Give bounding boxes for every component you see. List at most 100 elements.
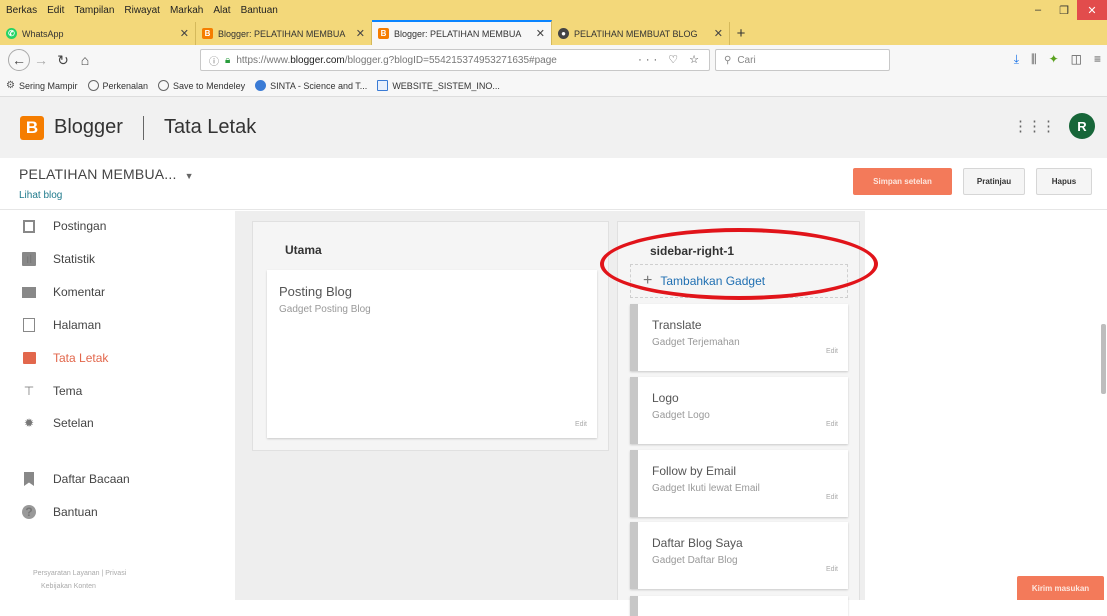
window-close-icon[interactable]: ✕: [1077, 0, 1107, 20]
gadget-daftar-blog-saya[interactable]: Daftar Blog Saya Gadget Daftar Blog Edit: [630, 522, 848, 589]
section-main: Utama Posting Blog Gadget Posting Blog E…: [252, 221, 609, 451]
sidebar-item-postingan[interactable]: Postingan: [22, 215, 106, 237]
bookmark-sering-mampir[interactable]: ⚙ Sering Mampir: [6, 80, 78, 91]
paint-roller-icon: ⊤: [23, 384, 35, 398]
bookmark-icon: [22, 472, 36, 486]
drag-handle[interactable]: [630, 596, 638, 616]
bookmark-perkenalan[interactable]: Perkenalan: [87, 80, 148, 91]
gadget-title: Daftar Blog Saya: [652, 536, 743, 550]
bookmark-label: Sering Mampir: [18, 80, 78, 91]
delete-button[interactable]: Hapus: [1036, 168, 1092, 195]
sidebar-item-tema[interactable]: ⊤ Tema: [22, 380, 83, 402]
sidebar-nav: Postingan ıl Statistik Komentar Halaman …: [0, 211, 220, 600]
gadget-edit-link[interactable]: Edit: [826, 566, 838, 573]
reload-icon[interactable]: ↻: [52, 49, 74, 71]
home-icon[interactable]: ⌂: [74, 49, 96, 71]
gadget-edit-link[interactable]: Edit: [826, 348, 838, 355]
globe-icon: [158, 80, 170, 91]
back-icon[interactable]: ←: [8, 49, 30, 71]
bookmark-label: WEBSITE_SISTEM_INO...: [392, 80, 500, 91]
gadget-logo[interactable]: Logo Gadget Logo Edit: [630, 377, 848, 444]
new-tab-icon[interactable]: +: [730, 22, 752, 45]
close-icon[interactable]: ✕: [536, 27, 545, 40]
avatar[interactable]: R: [1069, 113, 1095, 139]
sidebar-item-tata-letak[interactable]: Tata Letak: [22, 347, 108, 369]
section-title: sidebar-right-1: [650, 244, 735, 258]
save-settings-button[interactable]: Simpan setelan: [853, 168, 952, 195]
menu-riwayat[interactable]: Riwayat: [119, 5, 165, 16]
search-input[interactable]: ⚲ Cari: [715, 49, 890, 71]
gadget-title: Logo: [652, 391, 679, 405]
bookmark-mendeley[interactable]: Save to Mendeley: [158, 80, 245, 91]
sidebar-item-halaman[interactable]: Halaman: [22, 314, 101, 336]
browser-toolbar-icons: ⤓ ⫼ ✦ ◫ ≡: [1014, 52, 1101, 67]
sidebar-item-label: Halaman: [53, 318, 102, 332]
sidebar-item-daftar-bacaan[interactable]: Daftar Bacaan: [22, 468, 130, 490]
sidebar-item-komentar[interactable]: Komentar: [22, 281, 105, 303]
sidebar-item-label: Komentar: [53, 285, 106, 299]
minimize-icon[interactable]: –: [1025, 0, 1051, 20]
gadget-edit-link[interactable]: Edit: [575, 421, 587, 428]
close-icon[interactable]: ✕: [356, 27, 365, 40]
footer-content-policy[interactable]: Kebijakan Konten: [33, 580, 203, 593]
drag-handle[interactable]: [630, 304, 638, 371]
tab-blogger-active[interactable]: B Blogger: PELATIHAN MEMBUA ✕: [372, 20, 552, 45]
blog-selector[interactable]: PELATIHAN MEMBUA... ▼: [19, 166, 194, 182]
scrollbar-track[interactable]: [1100, 211, 1107, 600]
add-gadget-button[interactable]: + Tambahkan Gadget: [630, 264, 848, 298]
info-icon[interactable]: ⓘ: [209, 53, 219, 68]
blogger-logo-icon[interactable]: B: [20, 115, 44, 140]
page-icon: [377, 80, 389, 91]
extension-icon[interactable]: ✦: [1049, 52, 1059, 67]
apps-grid-icon[interactable]: ⋮⋮⋮: [1013, 117, 1056, 135]
footer-links[interactable]: Persyaratan Layanan | Privasi: [33, 567, 203, 580]
tab-blogger-1[interactable]: B Blogger: PELATIHAN MEMBUA ✕: [196, 22, 372, 45]
drag-handle[interactable]: [630, 377, 638, 444]
gadget-partial[interactable]: [630, 596, 848, 616]
gadget-edit-link[interactable]: Edit: [826, 421, 838, 428]
bookmark-website[interactable]: WEBSITE_SISTEM_INO...: [377, 80, 500, 91]
menu-bantuan[interactable]: Bantuan: [236, 5, 283, 16]
view-blog-link[interactable]: Lihat blog: [19, 190, 62, 201]
gadget-edit-link[interactable]: Edit: [826, 494, 838, 501]
download-icon[interactable]: ⤓: [1014, 52, 1019, 67]
send-feedback-button[interactable]: Kirim masukan: [1017, 576, 1104, 600]
menu-markah[interactable]: Markah: [165, 5, 208, 16]
gadget-subtitle: Gadget Daftar Blog: [652, 555, 738, 566]
search-icon: ⚲: [724, 54, 732, 66]
menu-tampilan[interactable]: Tampilan: [69, 5, 119, 16]
close-icon[interactable]: ✕: [714, 27, 723, 40]
forward-icon[interactable]: →: [30, 49, 52, 71]
hamburger-menu-icon[interactable]: ≡: [1094, 52, 1101, 67]
library-icon[interactable]: ⫼: [1031, 52, 1037, 67]
page-actions-icons[interactable]: ··· ♡ ☆: [638, 53, 703, 66]
sidebar-item-label: Setelan: [53, 416, 94, 430]
section-sidebar-right: sidebar-right-1 + Tambahkan Gadget Trans…: [617, 221, 860, 616]
tab-whatsapp[interactable]: ✆ WhatsApp ✕: [0, 22, 196, 45]
drag-handle[interactable]: [630, 522, 638, 589]
bookmark-sinta[interactable]: SINTA - Science and T...: [255, 80, 367, 91]
gadget-translate[interactable]: Translate Gadget Terjemahan Edit: [630, 304, 848, 371]
close-icon[interactable]: ✕: [180, 27, 189, 40]
sidebar-footer: Persyaratan Layanan | Privasi Kebijakan …: [33, 567, 203, 593]
sidebar-item-statistik[interactable]: ıl Statistik: [22, 248, 95, 270]
sidebar-item-setelan[interactable]: ✹ Setelan: [22, 412, 94, 434]
menu-berkas[interactable]: Berkas: [0, 5, 42, 16]
menu-alat[interactable]: Alat: [208, 5, 235, 16]
sidebar-toggle-icon[interactable]: ◫: [1071, 52, 1082, 67]
gadget-follow-by-email[interactable]: Follow by Email Gadget Ikuti lewat Email…: [630, 450, 848, 517]
drag-handle[interactable]: [630, 450, 638, 517]
preview-button[interactable]: Pratinjau: [963, 168, 1025, 195]
menu-edit[interactable]: Edit: [42, 5, 69, 16]
brand-name[interactable]: Blogger: [54, 116, 123, 139]
plus-icon: +: [643, 272, 653, 289]
url-bar[interactable]: ⓘ 🔒︎ https://www. blogger.com/blogger.g?b…: [200, 49, 710, 71]
restore-icon[interactable]: ❐: [1051, 0, 1077, 20]
scrollbar-thumb[interactable]: [1101, 324, 1106, 394]
sidebar-item-label: Postingan: [53, 219, 107, 233]
gadget-posting-blog[interactable]: Posting Blog Gadget Posting Blog Edit: [267, 270, 597, 438]
bookmark-label: Save to Mendeley: [173, 80, 246, 91]
sidebar-item-bantuan[interactable]: ? Bantuan: [22, 501, 98, 523]
lock-icon: 🔒︎: [225, 54, 231, 66]
tab-pelatihan[interactable]: ● PELATIHAN MEMBUAT BLOG ✕: [552, 22, 730, 45]
